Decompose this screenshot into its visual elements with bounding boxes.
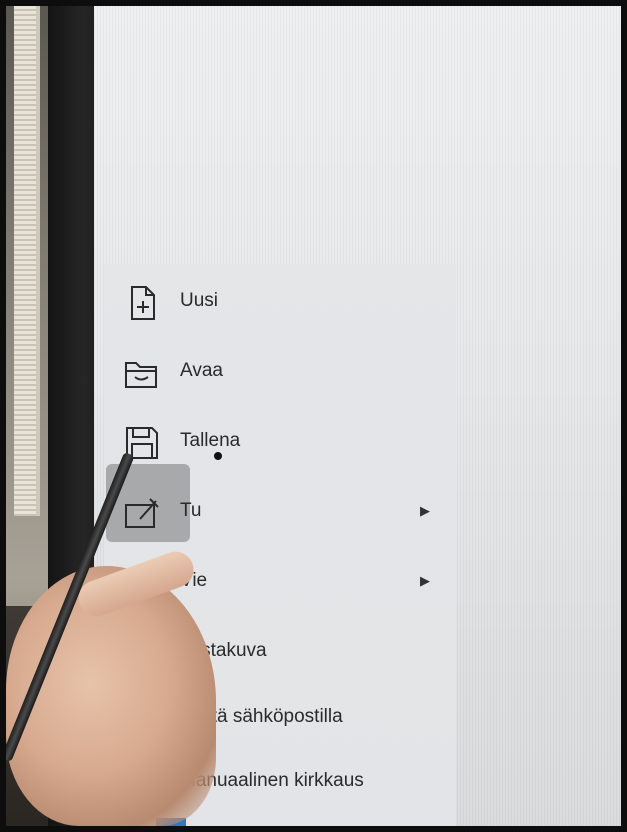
submenu-arrow-icon: ▶	[420, 503, 430, 518]
menu-item-save[interactable]: Tallena	[104, 408, 456, 476]
photo: Uusi Avaa Tallena Tu ▶ Vie ▶ nustakuva ä…	[6, 6, 621, 826]
menu-item-label: Avaa	[180, 360, 223, 381]
stylus-tip	[214, 452, 222, 460]
submenu-arrow-icon: ▶	[420, 573, 430, 588]
menu-item-label: Tu	[180, 500, 202, 521]
open-folder-icon	[125, 362, 157, 388]
import-icon	[125, 498, 159, 528]
menu-item-label: Tallena	[180, 430, 241, 451]
menu-item-new[interactable]: Uusi	[104, 268, 456, 336]
menu-item-open[interactable]: Avaa	[104, 338, 456, 406]
menu-item-import[interactable]: Tu ▶	[104, 478, 456, 546]
menu-item-label: Uusi	[180, 290, 219, 311]
window-blind	[14, 6, 40, 516]
new-document-icon	[131, 286, 155, 320]
